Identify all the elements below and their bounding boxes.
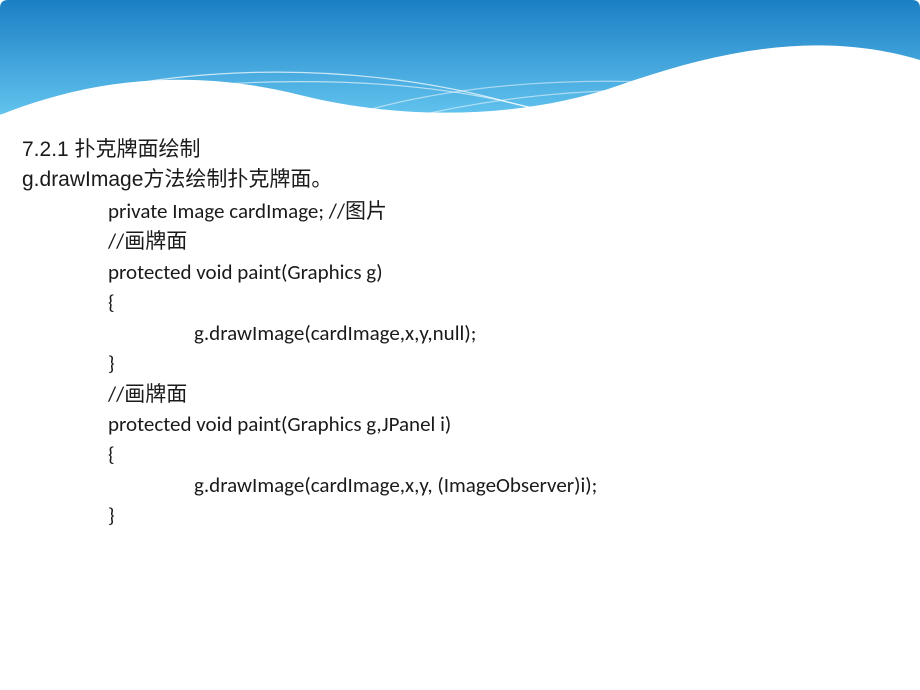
code-line: { xyxy=(22,287,898,317)
code-line: g.drawImage(cardImage,x,y,null); xyxy=(22,318,898,348)
code-line: } xyxy=(22,500,898,530)
code-line: //画牌面 xyxy=(22,379,898,409)
code-line: private Image cardImage; //图片 xyxy=(22,196,898,226)
section-heading: 7.2.1 扑克牌面绘制 xyxy=(22,135,898,165)
code-line: //画牌面 xyxy=(22,226,898,256)
method-description: g.drawImage方法绘制扑克牌面。 xyxy=(22,165,898,195)
code-line: { xyxy=(22,439,898,469)
code-line: protected void paint(Graphics g) xyxy=(22,257,898,287)
code-line: g.drawImage(cardImage,x,y, (ImageObserve… xyxy=(22,470,898,500)
slide-content: 7.2.1 扑克牌面绘制 g.drawImage方法绘制扑克牌面。 privat… xyxy=(22,135,898,531)
code-line: } xyxy=(22,348,898,378)
code-line: protected void paint(Graphics g,JPanel i… xyxy=(22,409,898,439)
slide-banner xyxy=(0,0,920,140)
